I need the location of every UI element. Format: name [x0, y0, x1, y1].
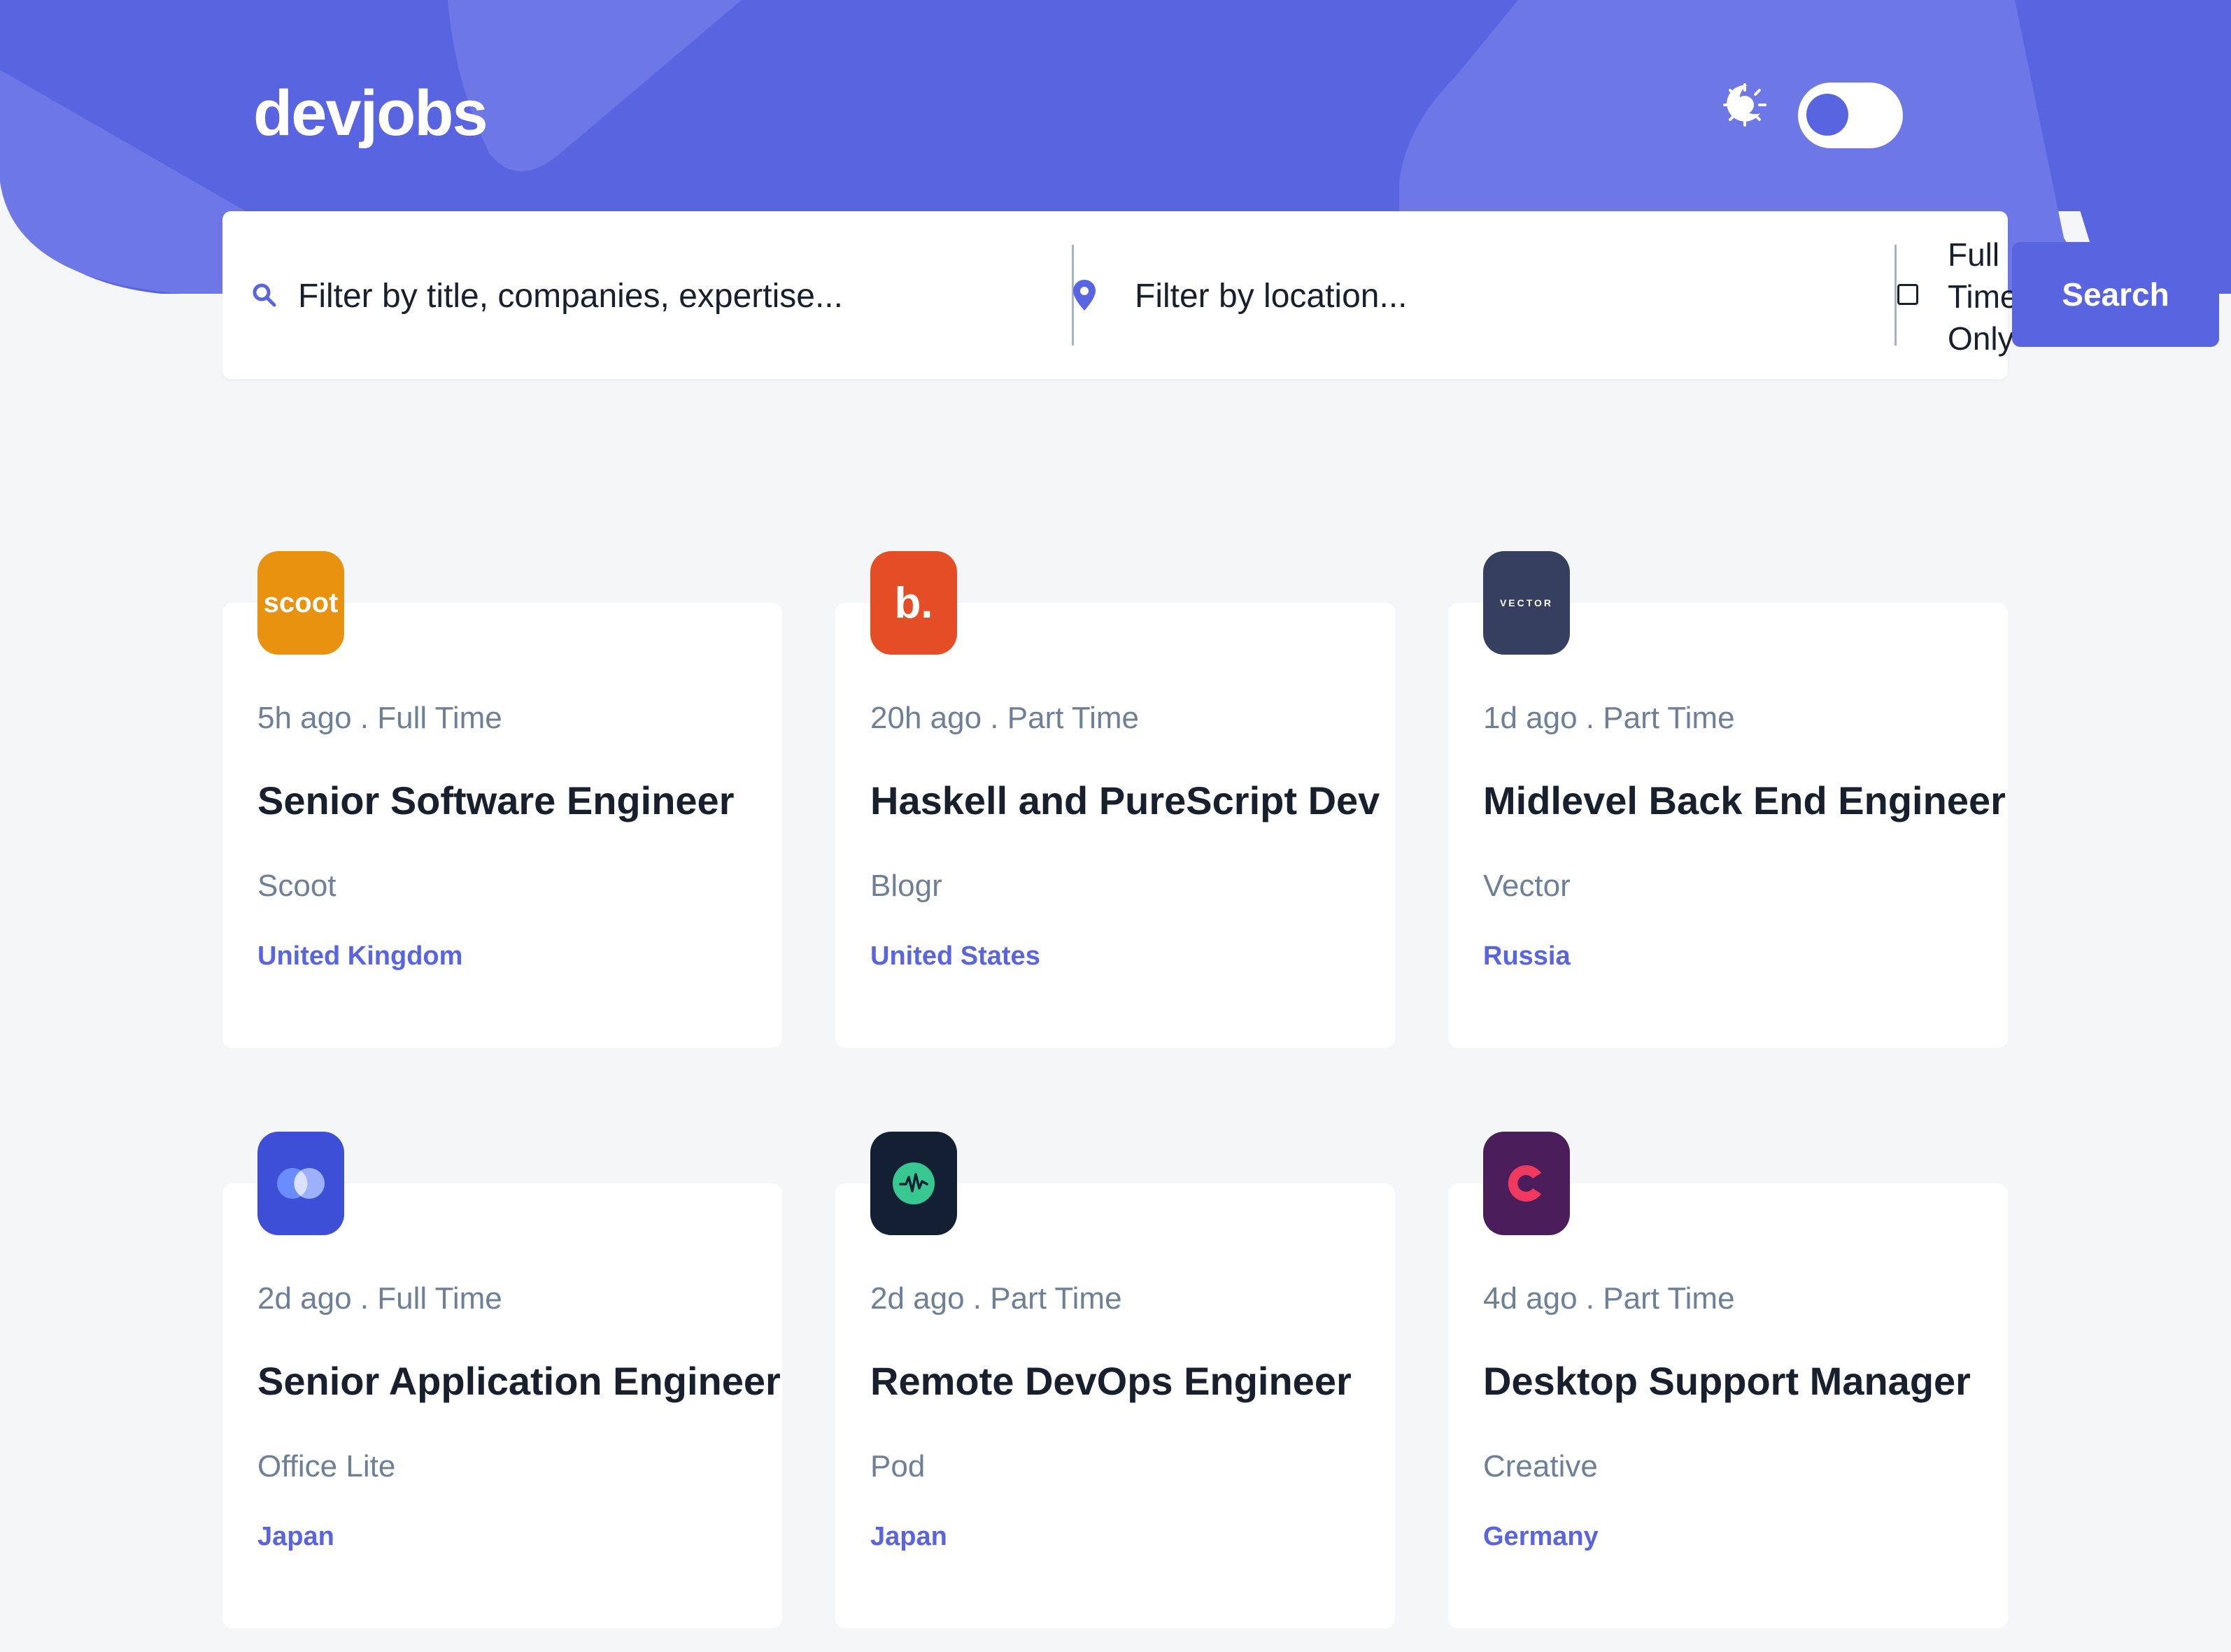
posted-time: 2d ago — [257, 1281, 352, 1316]
posted-time: 1d ago — [1483, 701, 1578, 735]
posted-time: 2d ago — [870, 1281, 965, 1316]
job-meta: 2d ago . Full Time — [257, 1281, 502, 1316]
company-logo-blogr: b. — [870, 551, 957, 655]
posted-time: 5h ago — [257, 701, 352, 735]
company-logo-scoot: scoot — [257, 551, 344, 655]
job-title[interactable]: Senior Application Engineer — [257, 1358, 781, 1404]
office-lite-mark — [277, 1168, 325, 1199]
job-card[interactable]: VECTOR 1d ago . Part Time Midlevel Back … — [1448, 551, 2008, 1048]
job-title[interactable]: Senior Software Engineer — [257, 778, 735, 823]
job-card[interactable]: 2d ago . Full Time Senior Application En… — [222, 1132, 782, 1628]
theme-switch — [1722, 83, 1981, 152]
title-filter-input[interactable] — [298, 264, 1054, 327]
job-meta: 20h ago . Part Time — [870, 701, 1140, 735]
posted-time: 20h ago — [870, 701, 982, 735]
company-logo-office-lite — [257, 1132, 344, 1235]
company-logo-vector: VECTOR — [1483, 551, 1570, 655]
theme-toggle[interactable] — [1798, 83, 1903, 148]
company-logo-pod — [870, 1132, 957, 1235]
posted-time: 4d ago — [1483, 1281, 1578, 1316]
job-title[interactable]: Midlevel Back End Engineer — [1483, 778, 2006, 823]
job-title[interactable]: Remote DevOps Engineer — [870, 1358, 1352, 1404]
job-card[interactable]: 2d ago . Part Time Remote DevOps Enginee… — [835, 1132, 1395, 1628]
company-logo-creative — [1483, 1132, 1570, 1235]
pod-mark — [893, 1162, 935, 1204]
location-filter-input[interactable] — [1135, 264, 1876, 327]
moon-icon — [1727, 85, 1760, 122]
job-location: Russia — [1483, 941, 1571, 971]
contract-type: Part Time — [990, 1281, 1122, 1316]
contract-type: Part Time — [1007, 701, 1140, 735]
job-title[interactable]: Haskell and PureScript Dev — [870, 778, 1380, 823]
job-card[interactable]: scoot 5h ago . Full Time Senior Software… — [222, 551, 782, 1048]
creative-mark — [1508, 1165, 1541, 1202]
search-divider — [1894, 245, 1897, 346]
job-location: Germany — [1483, 1522, 1599, 1551]
job-meta: 4d ago . Part Time — [1483, 1281, 1735, 1316]
company-name: Blogr — [870, 869, 942, 903]
job-location: Japan — [870, 1522, 947, 1551]
company-name: Office Lite — [257, 1449, 396, 1483]
job-title[interactable]: Desktop Support Manager — [1483, 1358, 1971, 1404]
company-name: Scoot — [257, 869, 337, 903]
contract-type: Full Time — [377, 701, 502, 735]
location-pin-icon — [1073, 280, 1096, 311]
app-logo[interactable]: devjobs — [253, 78, 488, 149]
job-meta: 2d ago . Part Time — [870, 1281, 1122, 1316]
job-card[interactable]: b. 20h ago . Part Time Haskell and PureS… — [835, 551, 1395, 1048]
job-meta: 1d ago . Part Time — [1483, 701, 1735, 735]
contract-type: Part Time — [1603, 1281, 1735, 1316]
contract-type: Full Time — [377, 1281, 502, 1316]
job-card[interactable]: 4d ago . Part Time Desktop Support Manag… — [1448, 1132, 2008, 1628]
logo-text: VECTOR — [1499, 597, 1554, 608]
company-name: Pod — [870, 1449, 926, 1483]
logo-text: b. — [894, 578, 933, 627]
job-location: United Kingdom — [257, 941, 463, 971]
logo-text: scoot — [263, 587, 339, 618]
company-name: Creative — [1483, 1449, 1598, 1483]
contract-type: Part Time — [1603, 701, 1735, 735]
job-location: Japan — [257, 1522, 334, 1551]
company-name: Vector — [1483, 869, 1571, 903]
search-icon — [253, 283, 276, 307]
toggle-knob — [1806, 94, 1848, 136]
fulltime-checkbox[interactable] — [1897, 284, 1918, 305]
job-location: United States — [870, 941, 1040, 971]
search-button[interactable]: Search — [2012, 242, 2219, 347]
job-meta: 5h ago . Full Time — [257, 701, 502, 735]
search-bar: Full Time Only — [222, 211, 2018, 379]
